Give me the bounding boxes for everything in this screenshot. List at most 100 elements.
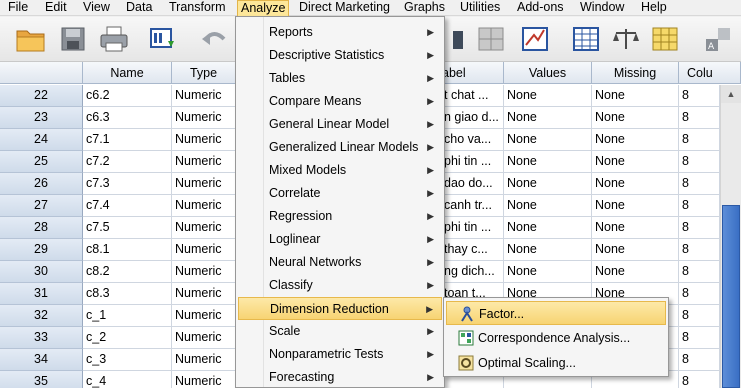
menu-direct-marketing[interactable]: Direct Marketing: [296, 0, 393, 16]
cell-missing[interactable]: None: [592, 129, 679, 151]
cell-type[interactable]: Numeric: [172, 371, 236, 388]
cell-values[interactable]: None: [504, 239, 592, 261]
menu-item-scale[interactable]: Scale ▶: [238, 320, 442, 343]
column-header-values[interactable]: Values: [504, 62, 592, 84]
cell-missing[interactable]: None: [592, 261, 679, 283]
cell-columns[interactable]: 8: [679, 305, 720, 327]
cell-type[interactable]: Numeric: [172, 239, 236, 261]
cell-columns[interactable]: 8: [679, 349, 720, 371]
undo-icon[interactable]: [198, 23, 232, 55]
cell-values[interactable]: None: [504, 151, 592, 173]
cell-columns[interactable]: 8: [679, 151, 720, 173]
cell-name[interactable]: c7.3: [83, 173, 172, 195]
print-icon[interactable]: [97, 23, 131, 55]
variable-sets-icon[interactable]: [648, 23, 682, 55]
column-header-name[interactable]: Name: [83, 62, 172, 84]
cell-values[interactable]: None: [504, 129, 592, 151]
menu-item-reports[interactable]: Reports ▶: [238, 21, 442, 44]
row-number[interactable]: 33: [0, 327, 83, 349]
menu-transform[interactable]: Transform: [166, 0, 229, 16]
cell-type[interactable]: Numeric: [172, 173, 236, 195]
cell-type[interactable]: Numeric: [172, 349, 236, 371]
cell-name[interactable]: c_3: [83, 349, 172, 371]
cell-type[interactable]: Numeric: [172, 217, 236, 239]
row-number[interactable]: 26: [0, 173, 83, 195]
cell-values[interactable]: None: [504, 85, 592, 107]
cell-missing[interactable]: None: [592, 195, 679, 217]
scroll-up-icon[interactable]: ▲: [721, 85, 741, 103]
cell-name[interactable]: c8.2: [83, 261, 172, 283]
menu-item-correspondence-analysis[interactable]: Correspondence Analysis...: [446, 326, 666, 350]
cell-missing[interactable]: None: [592, 151, 679, 173]
cell-missing[interactable]: None: [592, 107, 679, 129]
cell-name[interactable]: c_1: [83, 305, 172, 327]
cell-type[interactable]: Numeric: [172, 261, 236, 283]
menu-window[interactable]: Window: [577, 0, 627, 16]
cell-name[interactable]: c7.5: [83, 217, 172, 239]
row-number[interactable]: 25: [0, 151, 83, 173]
menu-analyze[interactable]: Analyze: [237, 0, 290, 16]
row-number[interactable]: 32: [0, 305, 83, 327]
dialog-recall-icon[interactable]: [146, 23, 180, 55]
cell-columns[interactable]: 8: [679, 217, 720, 239]
menu-item-neural-networks[interactable]: Neural Networks ▶: [238, 251, 442, 274]
row-number[interactable]: 24: [0, 129, 83, 151]
cell-name[interactable]: c6.2: [83, 85, 172, 107]
save-icon[interactable]: [56, 23, 90, 55]
row-number[interactable]: 23: [0, 107, 83, 129]
menu-item-optimal-scaling[interactable]: Optimal Scaling...: [446, 351, 666, 375]
menu-item-factor[interactable]: Factor...: [446, 301, 666, 325]
menu-item-regression[interactable]: Regression ▶: [238, 205, 442, 228]
cell-missing[interactable]: None: [592, 173, 679, 195]
column-header-missing[interactable]: Missing: [592, 62, 679, 84]
cell-name[interactable]: c8.3: [83, 283, 172, 305]
split-file-icon[interactable]: [474, 23, 508, 55]
cell-values[interactable]: None: [504, 195, 592, 217]
menu-help[interactable]: Help: [638, 0, 670, 16]
cell-type[interactable]: Numeric: [172, 283, 236, 305]
cell-columns[interactable]: 8: [679, 195, 720, 217]
row-number[interactable]: 31: [0, 283, 83, 305]
cell-name[interactable]: c8.1: [83, 239, 172, 261]
row-number[interactable]: 35: [0, 371, 83, 388]
menu-item-loglinear[interactable]: Loglinear ▶: [238, 228, 442, 251]
menu-edit[interactable]: Edit: [42, 0, 70, 16]
menu-file[interactable]: File: [5, 0, 31, 16]
menu-item-general-linear-model[interactable]: General Linear Model ▶: [238, 113, 442, 136]
open-folder-icon[interactable]: [14, 23, 48, 55]
weight-cases-icon[interactable]: [518, 23, 552, 55]
row-number[interactable]: 22: [0, 85, 83, 107]
cell-type[interactable]: Numeric: [172, 195, 236, 217]
cell-columns[interactable]: 8: [679, 371, 720, 388]
value-labels-icon[interactable]: [609, 23, 643, 55]
cell-name[interactable]: c7.4: [83, 195, 172, 217]
menu-item-forecasting[interactable]: Forecasting ▶: [238, 366, 442, 388]
cell-columns[interactable]: 8: [679, 85, 720, 107]
cell-name[interactable]: c_2: [83, 327, 172, 349]
cell-columns[interactable]: 8: [679, 239, 720, 261]
cell-values[interactable]: None: [504, 107, 592, 129]
cell-type[interactable]: Numeric: [172, 129, 236, 151]
menu-data[interactable]: Data: [123, 0, 155, 16]
row-number[interactable]: 28: [0, 217, 83, 239]
cell-type[interactable]: Numeric: [172, 85, 236, 107]
menu-item-nonparametric-tests[interactable]: Nonparametric Tests ▶: [238, 343, 442, 366]
cell-type[interactable]: Numeric: [172, 327, 236, 349]
cell-columns[interactable]: 8: [679, 283, 720, 305]
cell-name[interactable]: c_4: [83, 371, 172, 388]
menu-view[interactable]: View: [80, 0, 113, 16]
find-icon[interactable]: [440, 23, 474, 55]
cell-missing[interactable]: None: [592, 239, 679, 261]
menu-item-descriptive-statistics[interactable]: Descriptive Statistics ▶: [238, 44, 442, 67]
cell-missing[interactable]: None: [592, 217, 679, 239]
menu-add-ons[interactable]: Add-ons: [514, 0, 567, 16]
cell-columns[interactable]: 8: [679, 173, 720, 195]
cell-type[interactable]: Numeric: [172, 107, 236, 129]
cell-name[interactable]: c7.1: [83, 129, 172, 151]
menu-item-classify[interactable]: Classify ▶: [238, 274, 442, 297]
menu-item-compare-means[interactable]: Compare Means ▶: [238, 90, 442, 113]
cell-columns[interactable]: 8: [679, 261, 720, 283]
cell-missing[interactable]: None: [592, 85, 679, 107]
menu-utilities[interactable]: Utilities: [457, 0, 503, 16]
row-number[interactable]: 30: [0, 261, 83, 283]
